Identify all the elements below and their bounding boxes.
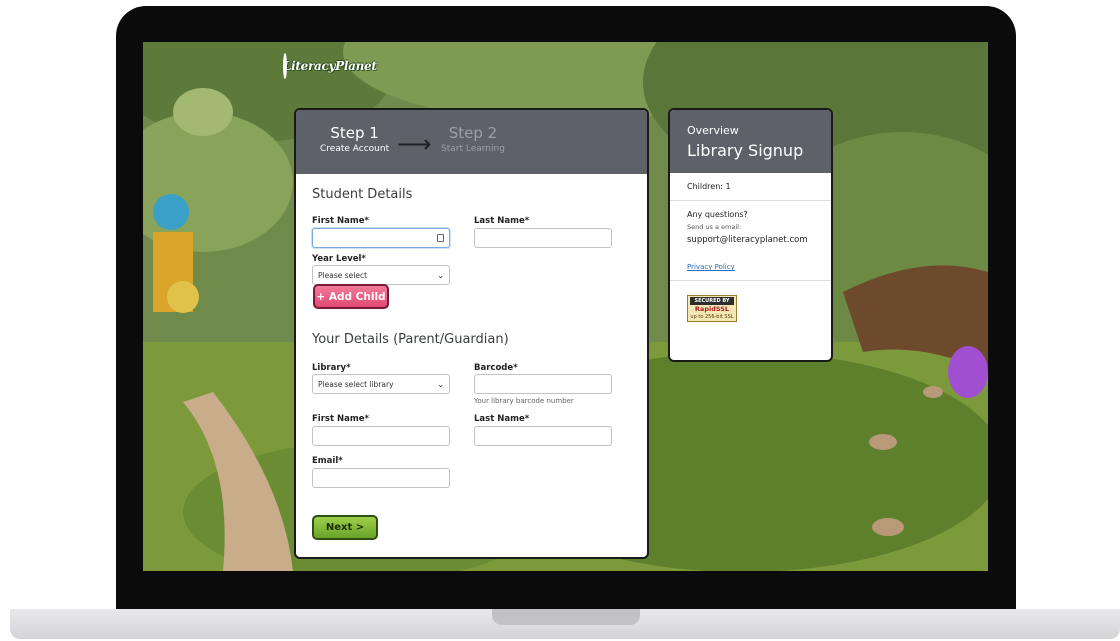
parent-details-title: Your Details (Parent/Guardian) (312, 332, 509, 347)
send-email-label: Send us a email: (687, 223, 742, 231)
ssl-top-text: SECURED BY (690, 297, 734, 305)
questions-label: Any questions? (687, 210, 748, 219)
overview-header: Overview Library Signup (670, 110, 831, 173)
parent-first-name-label: First Name* (312, 414, 369, 424)
logo-text: LiteracyPlanet (283, 59, 377, 73)
overview-title: Library Signup (687, 141, 804, 160)
step-2: Step 2 Start Learning (441, 124, 505, 154)
library-value: Please select library (318, 379, 394, 389)
parent-last-name-input[interactable] (474, 426, 612, 446)
barcode-input[interactable] (474, 374, 612, 394)
step-2-number: Step 2 (448, 124, 498, 142)
add-child-button[interactable]: + Add Child (313, 284, 389, 309)
student-last-name-input[interactable] (474, 228, 612, 248)
step-1-label: Create Account (320, 144, 390, 154)
ssl-brand-text: RapidSSL (694, 305, 730, 313)
contact-section: Any questions? Send us a email: support@… (670, 201, 831, 281)
steps-header: Step 1 Create Account ⟶ Step 2 Start Lea… (296, 110, 647, 174)
step-2-label: Start Learning (441, 144, 505, 154)
email-label: Email* (312, 456, 343, 466)
ssl-bottom-text: up to 256-bit SSL (690, 314, 734, 320)
library-select[interactable]: Please select library ⌄ (312, 374, 450, 394)
student-first-name-input[interactable] (312, 228, 450, 248)
rapidssl-badge: SECURED BY RapidSSL up to 256-bit SSL (687, 295, 737, 322)
form-body: Student Details First Name* Last Name* Y… (296, 174, 647, 557)
year-level-value: Please select (318, 270, 368, 280)
planet-icon (283, 53, 287, 79)
student-last-name-label: Last Name* (474, 216, 530, 226)
screen: LiteracyPlanet Step 1 Create Account ⟶ S… (143, 42, 988, 571)
privacy-policy-link[interactable]: Privacy Policy (687, 263, 814, 271)
step-1-number: Step 1 (330, 124, 379, 142)
arrow-right-icon: ⟶ (397, 130, 432, 158)
barcode-label: Barcode* (474, 363, 518, 373)
parent-first-name-input[interactable] (312, 426, 450, 446)
contact-card-icon[interactable] (437, 234, 444, 242)
literacyplanet-logo[interactable]: LiteracyPlanet (283, 50, 377, 82)
chevron-down-icon: ⌄ (437, 379, 444, 389)
next-button[interactable]: Next > (312, 515, 378, 540)
overview-label: Overview (687, 124, 739, 137)
student-first-name-label: First Name* (312, 216, 369, 226)
email-input[interactable] (312, 468, 450, 488)
laptop-notch (492, 609, 640, 625)
children-count: Children: 1 (670, 173, 831, 201)
parent-last-name-label: Last Name* (474, 414, 530, 424)
chevron-down-icon: ⌄ (437, 270, 444, 280)
year-level-select[interactable]: Please select ⌄ (312, 265, 450, 285)
signup-form-card: Step 1 Create Account ⟶ Step 2 Start Lea… (294, 108, 649, 559)
overview-card: Overview Library Signup Children: 1 Any … (668, 108, 833, 362)
student-details-title: Student Details (312, 187, 413, 202)
barcode-hint: Your library barcode number (474, 397, 574, 405)
library-label: Library* (312, 363, 351, 373)
step-1: Step 1 Create Account (320, 124, 389, 154)
support-email[interactable]: support@literacyplanet.com (687, 235, 814, 245)
year-level-label: Year Level* (312, 254, 366, 264)
